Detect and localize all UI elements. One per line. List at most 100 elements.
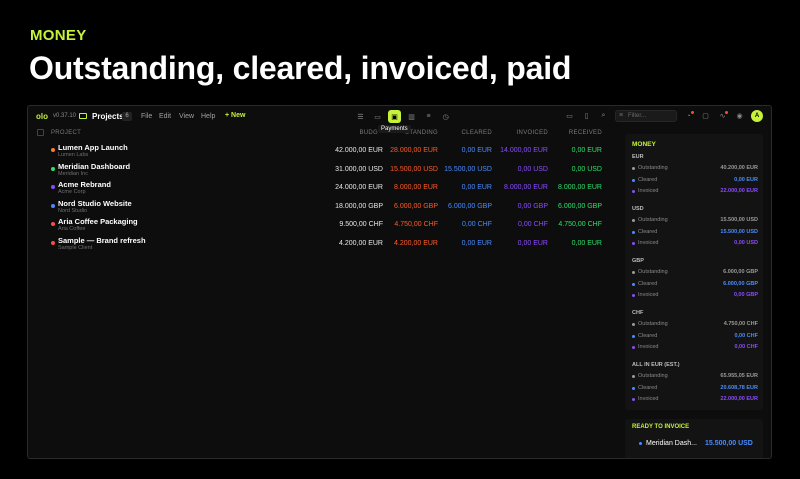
bullet-dot (632, 398, 635, 401)
money-line-invoiced: Invoiced 0,00 GBP (632, 291, 758, 300)
outstanding-cell: 28.000,00 EUR (390, 147, 438, 154)
header-cleared[interactable]: CLEARED (462, 130, 492, 136)
table-row[interactable]: Acme Rebrand Acme Corp 24.000,00 EUR 8.000,… (28, 177, 618, 196)
project-name[interactable]: Acme Rebrand (58, 180, 111, 189)
received-cell: 0,00 EUR (571, 239, 602, 247)
outstanding-cell: 6.000,00 GBP (394, 202, 438, 210)
budget-cell: 9.500,00 CHF (339, 221, 383, 228)
hero-kicker: MONEY (30, 27, 87, 44)
bullet-dot (632, 375, 635, 378)
menu-file[interactable]: File (141, 113, 152, 120)
status-dot (51, 203, 55, 208)
export-icon[interactable]: ▭ (564, 110, 575, 122)
menu-help[interactable]: Help (201, 113, 215, 120)
money-line-invoiced: Invoiced 0,00 CHF (632, 343, 758, 352)
project-name[interactable]: Nord Studio Website (58, 199, 132, 208)
new-button[interactable]: + New (225, 112, 245, 119)
document-icon[interactable]: ▯ (581, 110, 592, 122)
header-received[interactable]: RECEIVED (569, 130, 602, 136)
header-invoiced[interactable]: INVOICED (517, 130, 548, 136)
list-view-icon[interactable]: ☰ (354, 110, 367, 123)
timeline-view-icon[interactable]: ≡ (422, 110, 435, 123)
filter-input[interactable]: Filter... (615, 110, 677, 122)
invoiced-cell: 0,00 GBP (517, 202, 548, 210)
ready-amount: 15.500,00 USD (705, 440, 753, 447)
money-line-outstanding: Outstanding 15.500,00 USD (632, 216, 758, 225)
table-row[interactable]: Aria Coffee Packaging Aria Coffee 9.500,00… (28, 214, 618, 233)
header-budget[interactable]: BUDG (359, 130, 378, 136)
project-name[interactable]: Meridian Dashboard (58, 162, 130, 171)
invoiced-cell: 0,00 USD (517, 165, 548, 173)
toolbar-right: ▭ ▯ ⌕ Filter... ◔ ▢ ∿ ◉ A (564, 110, 763, 122)
client-name: Meridian Inc (58, 170, 88, 177)
activity-icon[interactable]: ∿ (717, 110, 728, 122)
budget-cell: 42.000,00 EUR (335, 147, 383, 154)
status-dot (51, 222, 55, 226)
received-cell: 0,00 USD (571, 165, 602, 173)
payments-view-icon[interactable]: ▣ (388, 110, 401, 123)
money-label: Cleared (638, 384, 658, 391)
notification-icon[interactable]: ◔ (683, 110, 694, 122)
cleared-cell: 0,00 EUR (461, 239, 492, 247)
project-name[interactable]: Sample — Brand refresh (58, 236, 146, 245)
card-view-icon[interactable]: ▭ (371, 110, 384, 123)
chat-icon[interactable]: ▢ (700, 110, 711, 122)
table-row[interactable]: Nord Studio Website Nord Studio 18.000,00 … (28, 196, 618, 215)
money-line-cleared: Cleared 0,00 EUR (632, 176, 758, 185)
invoiced-cell: 0,00 CHF (518, 221, 548, 228)
select-all-checkbox[interactable] (37, 129, 44, 136)
money-label: Invoiced (638, 188, 659, 194)
cleared-cell: 0,00 CHF (462, 221, 492, 228)
bullet-dot (632, 386, 635, 390)
status-dot (51, 185, 55, 189)
bullet-dot (632, 294, 635, 297)
header-project[interactable]: PROJECT (51, 130, 81, 136)
client-name: Acme Corp (58, 189, 86, 195)
projects-count-badge: 6 (122, 112, 132, 121)
breadcrumb-projects[interactable]: Projects (92, 112, 124, 121)
bullet-dot (632, 282, 635, 286)
invoiced-cell: 8.000,00 EUR (504, 184, 548, 191)
table-row[interactable]: Lumen App Launch Lumen Labs 42.000,00 EUR 2… (28, 140, 618, 159)
client-name: Aria Coffee (58, 226, 86, 232)
money-value: 6.000,00 GBP (723, 280, 758, 287)
money-line-cleared: Cleared 15.500,00 USD (632, 228, 758, 237)
money-value: 4.750,00 CHF (723, 321, 758, 327)
menu-edit[interactable]: Edit (159, 113, 171, 120)
cleared-cell: 6.000,00 GBP (448, 202, 492, 210)
menu-view[interactable]: View (179, 113, 194, 120)
ready-status-dot (639, 442, 642, 445)
currency-heading: USD (632, 206, 644, 212)
hero-title: Outstanding, cleared, invoiced, paid (29, 50, 572, 86)
budget-cell: 31.000,00 USD (335, 165, 383, 173)
money-line-invoiced: Invoiced 0,00 USD (632, 239, 758, 248)
eye-icon[interactable]: ◉ (734, 110, 745, 122)
bullet-dot (632, 230, 635, 234)
avatar[interactable]: A (751, 110, 763, 122)
money-line-cleared: Cleared 0,00 CHF (632, 332, 758, 341)
app-version: v0.37.10 (53, 113, 77, 119)
money-value: 22.000,00 EUR (720, 188, 758, 194)
project-name[interactable]: Lumen App Launch (58, 143, 128, 152)
app-logo[interactable]: olo (36, 112, 48, 121)
money-label: Cleared (638, 228, 658, 235)
outstanding-cell: 15.500,00 USD (390, 165, 438, 173)
money-line-outstanding: Outstanding 6.000,00 GBP (632, 268, 758, 277)
status-dot (51, 166, 55, 171)
board-view-icon[interactable]: ▥ (405, 110, 418, 123)
ready-project-name[interactable]: Meridian Dash... (646, 440, 697, 447)
history-view-icon[interactable]: ◷ (439, 110, 452, 123)
money-label: Cleared (638, 176, 658, 183)
search-icon[interactable]: ⌕ (598, 110, 609, 122)
money-value: 0,00 CHF (734, 332, 758, 339)
table-row[interactable]: Sample — Brand refresh Sample Client 4.200… (28, 233, 618, 252)
table-row[interactable]: Meridian Dashboard Meridian Inc 31.000,00 … (28, 159, 618, 178)
cleared-cell: 0,00 EUR (461, 184, 492, 191)
money-panel: MONEY EUR Outstanding 40.200,00 EUR Cleared… (625, 134, 763, 410)
project-name[interactable]: Aria Coffee Packaging (58, 217, 138, 226)
received-cell: 6.000,00 GBP (558, 202, 602, 210)
ready-to-invoice-title: READY TO INVOICE (632, 424, 690, 430)
currency-heading: EUR (632, 154, 644, 160)
money-line-outstanding: Outstanding 40.200,00 EUR (632, 164, 758, 173)
outstanding-cell: 8.000,00 EUR (394, 184, 438, 191)
